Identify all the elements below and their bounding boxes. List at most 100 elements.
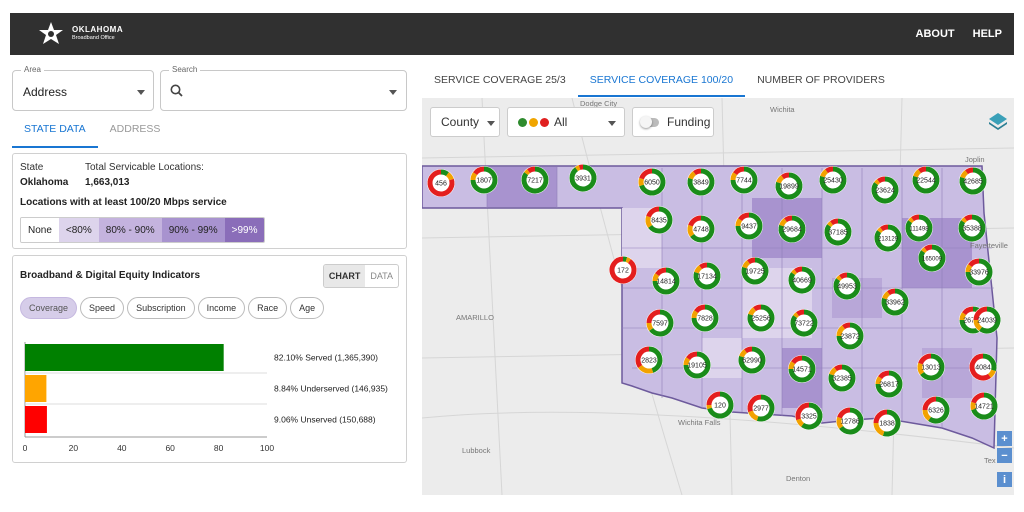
county-marker[interactable]: 29684 [778, 215, 806, 243]
county-marker[interactable]: 33962 [881, 288, 909, 316]
county-marker[interactable]: 14571 [788, 355, 816, 383]
county-marker[interactable]: 165009 [918, 244, 946, 272]
county-marker[interactable]: 33976 [965, 258, 993, 286]
map-label-joplin: Joplin [965, 155, 985, 164]
marker-label: 73722 [794, 321, 814, 328]
marker-segment [691, 310, 699, 319]
data-toggle-button[interactable]: DATA [365, 265, 398, 287]
county-marker[interactable]: 19899 [775, 172, 803, 200]
county-marker[interactable]: 24039 [973, 306, 1001, 334]
area-select[interactable]: Area Address [12, 65, 154, 111]
chip-age[interactable]: Age [290, 297, 325, 319]
county-marker[interactable]: 120 [706, 391, 734, 419]
county-marker[interactable]: 19725 [741, 257, 769, 285]
county-marker[interactable]: 7744 [730, 166, 758, 194]
about-link[interactable]: ABOUT [916, 28, 955, 40]
chart-bar-underserved [25, 375, 47, 402]
marker-segment [747, 257, 756, 265]
chip-race[interactable]: Race [248, 297, 288, 319]
chip-income[interactable]: Income [197, 297, 246, 319]
chart-toggle-button[interactable]: CHART [323, 265, 366, 287]
county-marker[interactable]: 17134 [693, 262, 721, 290]
marker-label: 35388 [962, 226, 982, 233]
county-marker[interactable]: 3931 [569, 164, 597, 192]
marker-label: 23872 [840, 334, 860, 341]
county-marker[interactable]: 42685 [959, 167, 987, 195]
marker-segment [791, 269, 798, 276]
tab-service-coverage-25-3[interactable]: SERVICE COVERAGE 25/3 [422, 70, 578, 97]
county-marker[interactable]: 73722 [790, 309, 818, 337]
indicator-chips: Coverage Speed Subscription Income Race … [20, 297, 325, 319]
county-marker[interactable]: 3849 [687, 168, 715, 196]
county-marker[interactable]: 14814 [652, 267, 680, 295]
status-filter-value: All [554, 115, 568, 129]
county-marker[interactable]: 14721 [970, 392, 998, 420]
logo-title: OKLAHOMA [72, 25, 124, 35]
county-marker[interactable]: 7828 [691, 304, 719, 332]
chart-tick-label: 0 [23, 443, 28, 453]
legend-none: None [21, 218, 59, 242]
county-marker[interactable]: 7597 [646, 309, 674, 337]
tab-number-of-providers[interactable]: NUMBER OF PROVIDERS [745, 70, 897, 97]
zoom-in-button[interactable]: + [997, 431, 1012, 446]
marker-segment [578, 164, 584, 170]
county-marker[interactable]: 172 [609, 256, 637, 284]
status-filter-select[interactable]: All [507, 107, 625, 137]
county-marker[interactable]: 9437 [735, 212, 763, 240]
county-marker[interactable]: 4084 [969, 353, 997, 381]
county-marker[interactable]: 32385 [828, 364, 856, 392]
county-marker[interactable]: 111498 [905, 214, 933, 242]
tab-address[interactable]: ADDRESS [98, 118, 173, 148]
marker-label: 172 [617, 268, 629, 275]
county-marker[interactable]: 49953 [833, 272, 861, 300]
county-marker[interactable]: 35388 [958, 214, 986, 242]
layers-icon[interactable] [988, 111, 1008, 131]
county-marker[interactable]: 26817 [875, 370, 903, 398]
tab-service-coverage-100-20[interactable]: SERVICE COVERAGE 100/20 [577, 70, 746, 97]
county-marker[interactable]: 37185 [824, 218, 852, 246]
funding-toggle[interactable]: Funding [632, 107, 714, 137]
county-marker[interactable]: 62990 [738, 346, 766, 374]
county-marker[interactable]: 3325 [795, 402, 823, 430]
county-marker[interactable]: 2977 [747, 394, 775, 422]
marker-label: 37185 [828, 230, 848, 237]
county-marker[interactable]: 12786 [836, 407, 864, 435]
marker-segment [965, 167, 974, 175]
search-input[interactable] [189, 81, 379, 101]
tab-state-data[interactable]: STATE DATA [12, 118, 98, 148]
county-marker[interactable]: 6050 [638, 168, 666, 196]
search-field[interactable]: Search [160, 65, 407, 111]
county-marker[interactable]: 1807 [470, 166, 498, 194]
county-marker[interactable]: 25256 [747, 304, 775, 332]
county-marker[interactable]: 25430 [819, 166, 847, 194]
county-marker[interactable]: 8435 [645, 206, 673, 234]
county-marker[interactable]: 4748 [687, 215, 715, 243]
help-link[interactable]: HELP [973, 28, 1002, 40]
marker-label: 32385 [832, 376, 852, 383]
county-marker[interactable]: 1838 [873, 409, 901, 437]
info-button[interactable]: i [997, 472, 1012, 487]
county-marker[interactable]: 7217 [521, 166, 549, 194]
chip-coverage[interactable]: Coverage [20, 297, 78, 319]
chip-speed[interactable]: Speed [80, 297, 125, 319]
zoom-out-button[interactable]: − [997, 448, 1012, 463]
marker-label: 19725 [745, 269, 765, 276]
county-marker[interactable]: 40669 [788, 266, 816, 294]
county-marker[interactable]: 23624 [871, 176, 899, 204]
chevron-down-icon[interactable] [389, 90, 397, 95]
county-marker[interactable]: 456 [427, 169, 455, 197]
search-icon [170, 84, 183, 97]
chart-data-label: 8.84% Underserved (146,935) [274, 384, 388, 394]
coverage-map[interactable]: Dodge City Wichita Joplin Fayetteville A… [422, 98, 1014, 495]
county-marker[interactable]: 13013 [917, 353, 945, 381]
chip-subscription[interactable]: Subscription [127, 297, 195, 319]
county-marker[interactable]: 22544 [912, 166, 940, 194]
county-marker[interactable]: 6326 [922, 396, 950, 424]
county-marker[interactable]: 213129 [874, 224, 902, 252]
oklahoma-broadband-logo[interactable]: OKLAHOMA Broadband Office [36, 21, 123, 47]
county-marker[interactable]: 2823 [635, 346, 663, 374]
legend-80-90: 80% - 90% [98, 218, 162, 242]
county-marker[interactable]: 19105 [683, 351, 711, 379]
map-level-select[interactable]: County [430, 107, 500, 137]
county-marker[interactable]: 23872 [836, 322, 864, 350]
